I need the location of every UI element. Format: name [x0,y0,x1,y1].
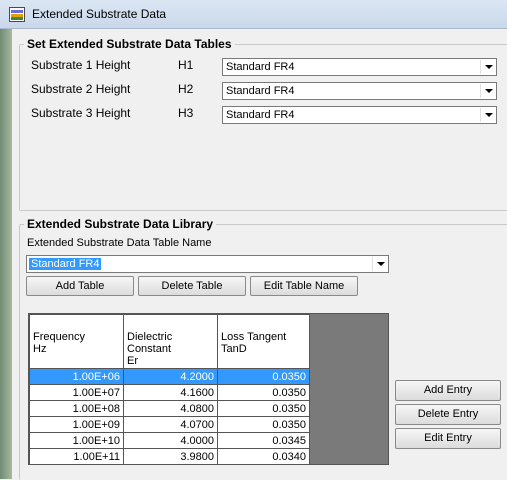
library-legend: Extended Substrate Data Library [24,217,217,231]
add-entry-button[interactable]: Add Entry [395,380,501,401]
frequency-cell[interactable]: 1.00E+08 [29,400,124,417]
frequency-cell[interactable]: 1.00E+07 [29,384,124,401]
table-row[interactable]: 1.00E+11 3.9800 0.0340 [29,448,310,465]
dielectric-cell[interactable]: 4.0000 [123,432,218,449]
dielectric-cell[interactable]: 4.1600 [123,384,218,401]
substrate-3-label: Substrate 3 Height [31,106,131,120]
loss-tangent-cell[interactable]: 0.0350 [217,384,310,401]
loss-tangent-header[interactable]: Loss Tangent TanD [217,314,310,369]
frequency-cell[interactable]: 1.00E+10 [29,432,124,449]
chevron-down-icon[interactable] [480,60,495,74]
substrate-1-value: Standard FR4 [226,61,295,73]
table-header-row: Frequency Hz Dielectric Constant Er Loss T… [29,314,310,369]
dielectric-constant-header[interactable]: Dielectric Constant Er [123,314,218,369]
table-row[interactable]: 1.00E+09 4.0700 0.0350 [29,416,310,433]
extended-substrate-data-window: Extended Substrate Data Set Extended Sub… [0,0,507,480]
substrate-3-value: Standard FR4 [226,109,295,121]
dielectric-cell[interactable]: 4.0700 [123,416,218,433]
edit-table-name-button[interactable]: Edit Table Name [250,276,358,296]
substrate-2-select[interactable]: Standard FR4 [222,82,497,100]
data-table: Frequency Hz Dielectric Constant Er Loss T… [29,314,310,465]
substrate-2-label: Substrate 2 Height [31,82,131,96]
frequency-cell[interactable]: 1.00E+09 [29,416,124,433]
window-title: Extended Substrate Data [32,7,167,21]
table-row[interactable]: 1.00E+07 4.1600 0.0350 [29,384,310,401]
chevron-down-icon[interactable] [480,84,495,98]
edit-entry-button[interactable]: Edit Entry [395,428,501,449]
background-window-edge [0,29,12,479]
frequency-header[interactable]: Frequency Hz [29,314,124,369]
loss-tangent-cell[interactable]: 0.0350 [217,416,310,433]
substrate-data-grid[interactable]: Frequency Hz Dielectric Constant Er Loss T… [28,313,389,465]
h2-label: H2 [178,82,194,96]
loss-tangent-cell[interactable]: 0.0345 [217,432,310,449]
loss-tangent-cell[interactable]: 0.0340 [217,448,310,465]
delete-entry-button[interactable]: Delete Entry [395,404,501,425]
chevron-down-icon[interactable] [372,257,387,271]
loss-tangent-cell[interactable]: 0.0350 [217,400,310,417]
app-icon [9,7,25,22]
h1-label: H1 [178,58,194,72]
dielectric-cell[interactable]: 4.2000 [123,368,218,385]
frequency-cell[interactable]: 1.00E+11 [29,448,124,465]
dielectric-cell[interactable]: 4.0800 [123,400,218,417]
substrate-2-value: Standard FR4 [226,85,295,97]
add-table-button[interactable]: Add Table [26,276,134,296]
table-row[interactable]: 1.00E+10 4.0000 0.0345 [29,432,310,449]
substrate-3-select[interactable]: Standard FR4 [222,106,497,124]
delete-table-button[interactable]: Delete Table [138,276,246,296]
table-row[interactable]: 1.00E+08 4.0800 0.0350 [29,400,310,417]
table-name-label: Extended Substrate Data Table Name [27,237,212,249]
table-name-select[interactable]: Standard FR4 [26,255,389,273]
table-row[interactable]: 1.00E+06 4.2000 0.0350 [29,368,310,385]
substrate-1-label: Substrate 1 Height [31,58,131,72]
set-tables-legend: Set Extended Substrate Data Tables [24,37,235,51]
loss-tangent-cell[interactable]: 0.0350 [217,368,310,385]
table-name-value: Standard FR4 [29,258,102,270]
frequency-cell[interactable]: 1.00E+06 [29,368,124,385]
chevron-down-icon[interactable] [480,108,495,122]
title-bar[interactable]: Extended Substrate Data [0,0,507,29]
dielectric-cell[interactable]: 3.9800 [123,448,218,465]
h3-label: H3 [178,106,194,120]
substrate-1-select[interactable]: Standard FR4 [222,58,497,76]
